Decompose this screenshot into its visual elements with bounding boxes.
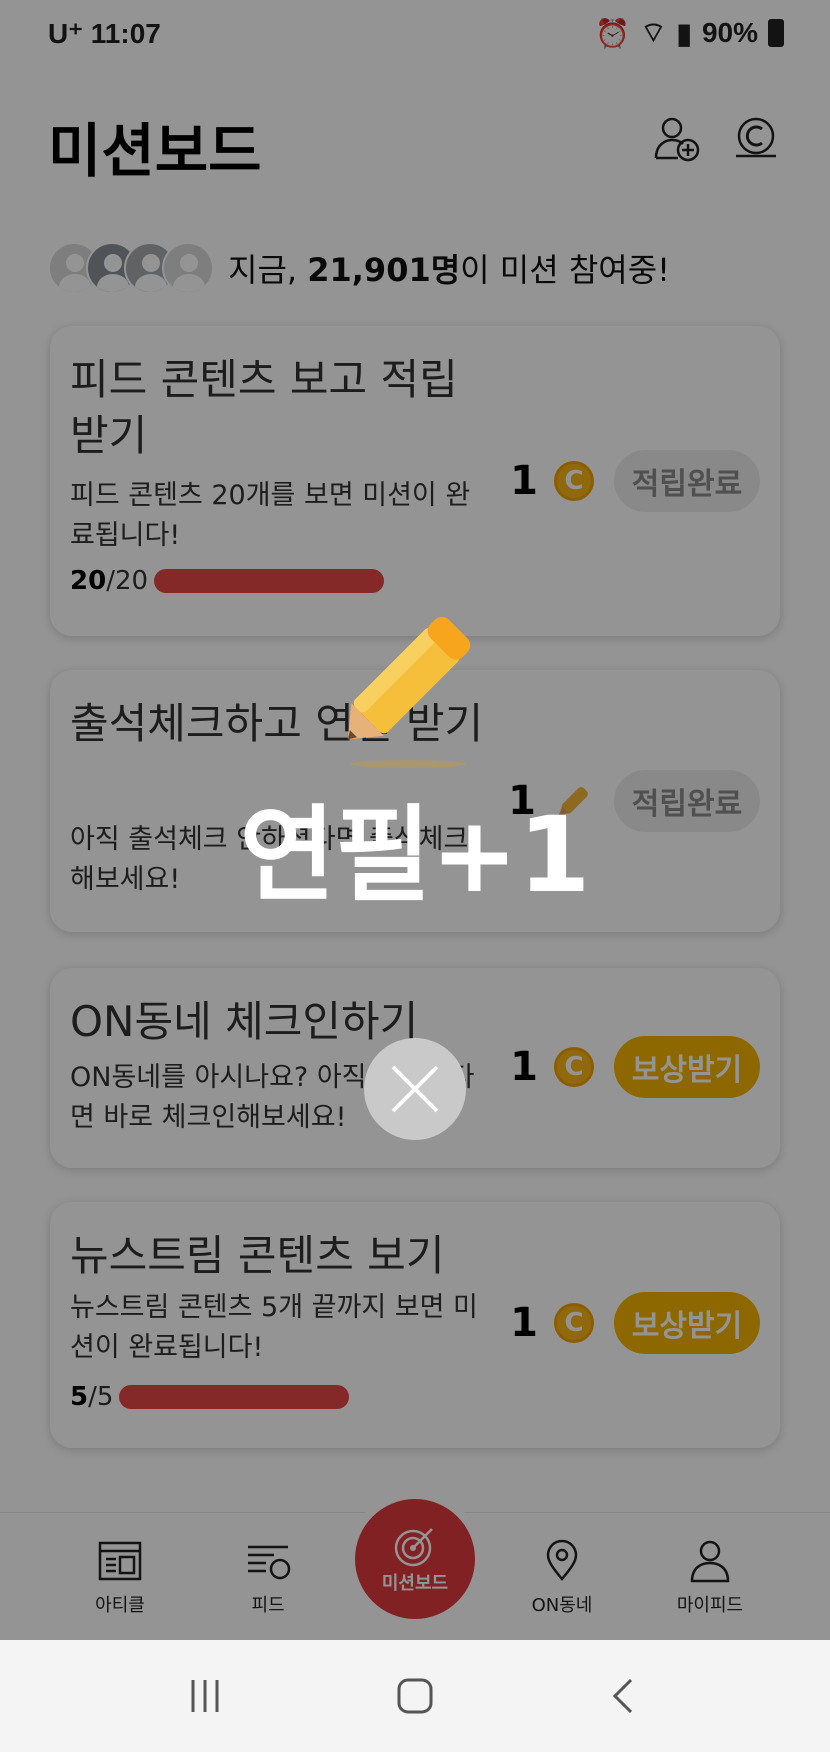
system-navigation-bar (0, 1640, 830, 1752)
close-icon (391, 1065, 439, 1113)
close-button[interactable] (364, 1038, 466, 1140)
home-icon[interactable] (395, 1676, 435, 1716)
pencil-icon (347, 616, 471, 768)
recent-apps-icon[interactable] (185, 1676, 225, 1716)
back-icon[interactable] (605, 1676, 645, 1716)
popup-reward-text: 연필+1 (239, 794, 591, 916)
